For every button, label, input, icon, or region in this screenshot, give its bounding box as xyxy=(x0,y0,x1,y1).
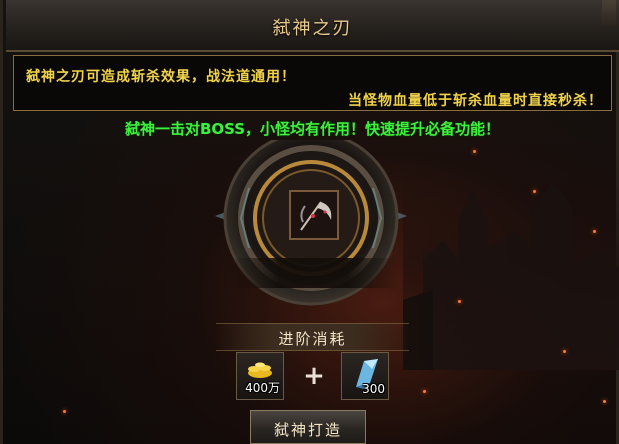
description-box: 弑神之刃可造成斩杀效果，战法道通用！ 当怪物血量低于斩杀血量时直接秒杀！ xyxy=(13,55,612,111)
emblem-shadow-band xyxy=(228,258,398,288)
game-panel: 弑神之刃 弑神之刃可造成斩杀效果，战法道通用！ 当怪物血量低于斩杀血量时直接秒杀… xyxy=(0,0,619,444)
plus-sign: + xyxy=(303,361,325,391)
gold-quantity: 400万 xyxy=(245,381,280,395)
ember xyxy=(63,410,66,413)
ember xyxy=(473,150,476,153)
scythe-blade-icon xyxy=(300,201,332,231)
ember xyxy=(458,300,461,303)
ember xyxy=(423,390,426,393)
ember xyxy=(603,400,606,403)
feature-note: 弑神一击对BOSS，小怪均有作用！快速提升必备功能！ xyxy=(124,120,501,138)
panel-title: 弑神之刃 xyxy=(272,18,353,39)
upgrade-cost-label: 进阶消耗 xyxy=(278,330,347,348)
ember xyxy=(593,230,596,233)
crystal-cost-slot[interactable]: 300 xyxy=(341,352,389,400)
background-ruins xyxy=(403,150,619,370)
ember xyxy=(533,190,536,193)
ember xyxy=(563,350,566,353)
gold-cost-slot[interactable]: 400万 xyxy=(236,352,284,400)
crystal-quantity: 300 xyxy=(362,382,385,396)
cost-label-bar: 进阶消耗 xyxy=(216,323,409,351)
forge-button[interactable]: 弑神打造 xyxy=(250,410,366,444)
description-line-2: 当怪物血量低于斩杀血量时直接秒杀！ xyxy=(348,93,603,109)
forge-button-label: 弑神打造 xyxy=(273,421,342,439)
blade-item-slot[interactable] xyxy=(289,190,339,240)
description-line-1: 弑神之刃可造成斩杀效果，战法道通用！ xyxy=(26,69,296,85)
title-bar: 弑神之刃 xyxy=(6,0,619,52)
close-icon[interactable] xyxy=(602,0,616,26)
fortress-silhouette-icon xyxy=(403,180,619,370)
